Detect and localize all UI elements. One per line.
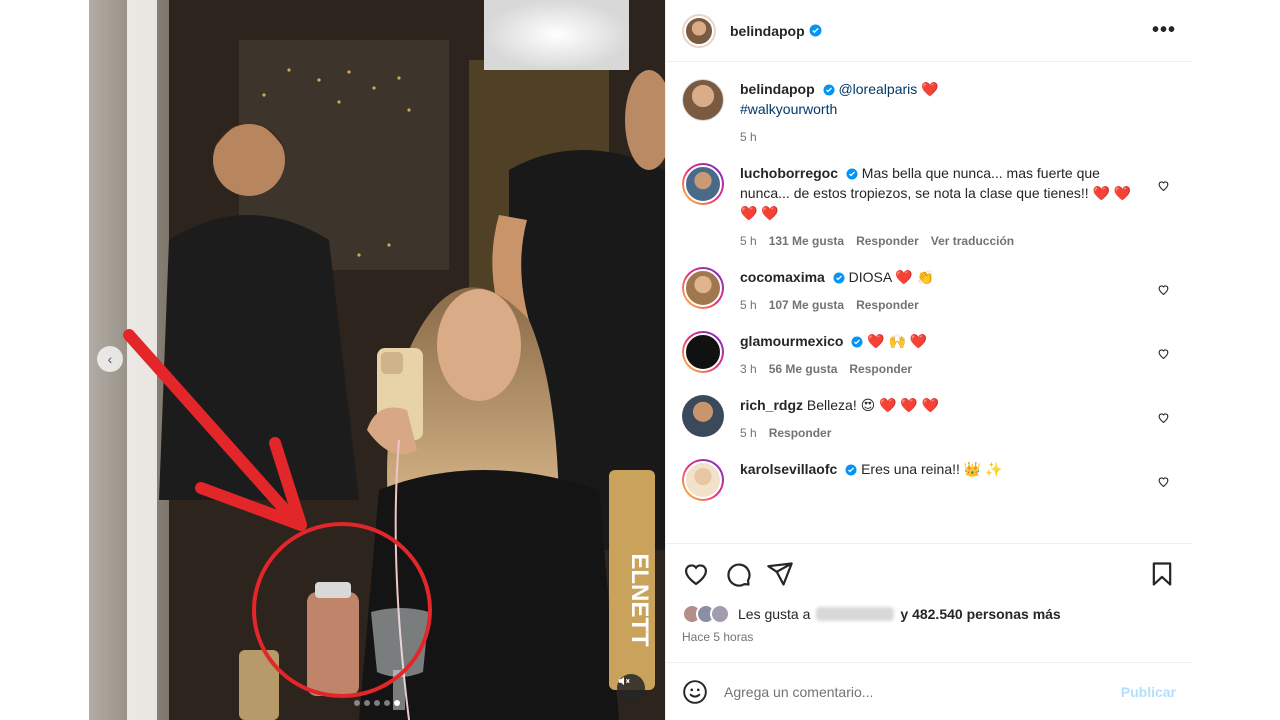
comment-like-heart-icon[interactable] (1157, 347, 1170, 360)
comment-input[interactable] (724, 683, 1121, 700)
carousel-dot (374, 700, 380, 706)
likes-prefix: Les gusta a (738, 606, 811, 622)
comment-text: Eres una reina!! 👑 ✨ (861, 461, 1003, 477)
heart-emoji: ❤️ (921, 81, 939, 97)
caption-timestamp[interactable]: 5 h (740, 127, 757, 147)
comment-timestamp[interactable]: 5 h (740, 231, 757, 251)
hairspray-label: ELNETT (626, 553, 653, 647)
caption-mention-link[interactable]: @lorealparis (838, 81, 917, 97)
likes-count-link[interactable]: y 482.540 personas más (900, 606, 1060, 622)
carousel-dot (384, 700, 390, 706)
carousel-dots (89, 700, 665, 706)
carousel-dot (354, 700, 360, 706)
avatar[interactable] (682, 267, 724, 309)
verified-badge-icon (833, 272, 845, 284)
avatar[interactable] (682, 395, 724, 437)
post-actions: Les gusta a y 482.540 personas más Hace … (666, 543, 1192, 644)
comment-username[interactable]: rich_rdgz (740, 397, 803, 413)
share-icon[interactable] (766, 560, 794, 588)
comment-like-heart-icon[interactable] (1157, 475, 1170, 488)
mute-button[interactable] (617, 674, 645, 702)
bookmark-icon[interactable] (1148, 560, 1176, 588)
add-comment-bar: Publicar (666, 662, 1192, 720)
comment-username[interactable]: cocomaxima (740, 269, 825, 285)
likes-summary: Les gusta a y 482.540 personas más (682, 604, 1176, 624)
post-header: belindapop ••• (666, 0, 1192, 62)
comment-timestamp[interactable]: 5 h (740, 423, 757, 443)
comment-like-heart-icon[interactable] (1157, 179, 1170, 192)
comment-like-count[interactable]: 131 Me gusta (769, 231, 844, 251)
publish-button[interactable]: Publicar (1121, 684, 1176, 700)
verified-badge-icon (846, 168, 858, 180)
speaker-muted-icon (618, 676, 630, 686)
comment-like-count[interactable]: 107 Me gusta (769, 295, 844, 315)
heart-icon[interactable] (682, 560, 710, 588)
avatar[interactable] (682, 163, 724, 205)
verified-badge-icon (851, 336, 863, 348)
comment-icon[interactable] (724, 560, 752, 588)
reply-button[interactable]: Responder (769, 423, 832, 443)
comment-like-heart-icon[interactable] (1157, 283, 1170, 296)
avatar[interactable] (682, 459, 724, 501)
comment-timestamp[interactable]: 5 h (740, 295, 757, 315)
chevron-left-icon: ‹ (107, 351, 113, 367)
instagram-post-view: ELNETT ‹ belindapop ••• belindapop @lore… (0, 0, 1280, 720)
post-caption: belindapop @lorealparis ❤️ #walkyourwort… (682, 63, 1176, 147)
comment-like-heart-icon[interactable] (1157, 411, 1170, 424)
post-author-username[interactable]: belindapop (730, 23, 805, 39)
comments-list[interactable]: belindapop @lorealparis ❤️ #walkyourwort… (666, 63, 1192, 543)
blurred-username (816, 607, 895, 621)
reply-button[interactable]: Responder (856, 295, 919, 315)
avatar[interactable] (682, 13, 716, 48)
previous-photo-button[interactable]: ‹ (97, 346, 123, 372)
liker-avatars[interactable] (682, 604, 730, 624)
post-media[interactable]: ELNETT ‹ (89, 0, 665, 720)
caption-hashtag-link[interactable]: #walkyourworth (740, 101, 837, 117)
emoji-icon[interactable] (682, 679, 708, 705)
comment-item: luchoborregoc Mas bella que nunca... mas… (682, 147, 1176, 251)
carousel-dot (364, 700, 370, 706)
see-translation-button[interactable]: Ver traducción (931, 231, 1014, 251)
reply-button[interactable]: Responder (856, 231, 919, 251)
comment-timestamp[interactable]: 3 h (740, 359, 757, 379)
comment-username[interactable]: luchoborregoc (740, 165, 838, 181)
comment-text: DIOSA ❤️ 👏 (848, 269, 935, 285)
comment-text: Belleza! 😍 ❤️ ❤️ ❤️ (806, 397, 940, 413)
verified-badge-icon (809, 24, 822, 37)
comment-username[interactable]: glamourmexico (740, 333, 843, 349)
verified-badge-icon (823, 84, 835, 96)
avatar[interactable] (682, 79, 724, 121)
post-side-panel: belindapop ••• belindapop @lorealparis ❤… (665, 0, 1192, 720)
verified-badge-icon (845, 464, 857, 476)
caption-username[interactable]: belindapop (740, 81, 815, 97)
comment-item: cocomaxima DIOSA ❤️ 👏 5 h 107 Me gusta R… (682, 251, 1176, 315)
reply-button[interactable]: Responder (849, 359, 912, 379)
comment-like-count[interactable]: 56 Me gusta (769, 359, 838, 379)
comment-item: karolsevillaofc Eres una reina!! 👑 ✨ (682, 443, 1176, 501)
post-date[interactable]: Hace 5 horas (682, 630, 1176, 644)
comment-text: ❤️ 🙌 ❤️ (867, 333, 928, 349)
comment-item: rich_rdgz Belleza! 😍 ❤️ ❤️ ❤️ 5 h Respon… (682, 379, 1176, 443)
comment-username[interactable]: karolsevillaofc (740, 461, 837, 477)
post-photo: ELNETT (89, 0, 665, 720)
avatar[interactable] (682, 331, 724, 373)
more-options-icon[interactable]: ••• (1152, 19, 1176, 42)
comment-item: glamourmexico ❤️ 🙌 ❤️ 3 h 56 Me gusta Re… (682, 315, 1176, 379)
carousel-dot-active (394, 700, 400, 706)
